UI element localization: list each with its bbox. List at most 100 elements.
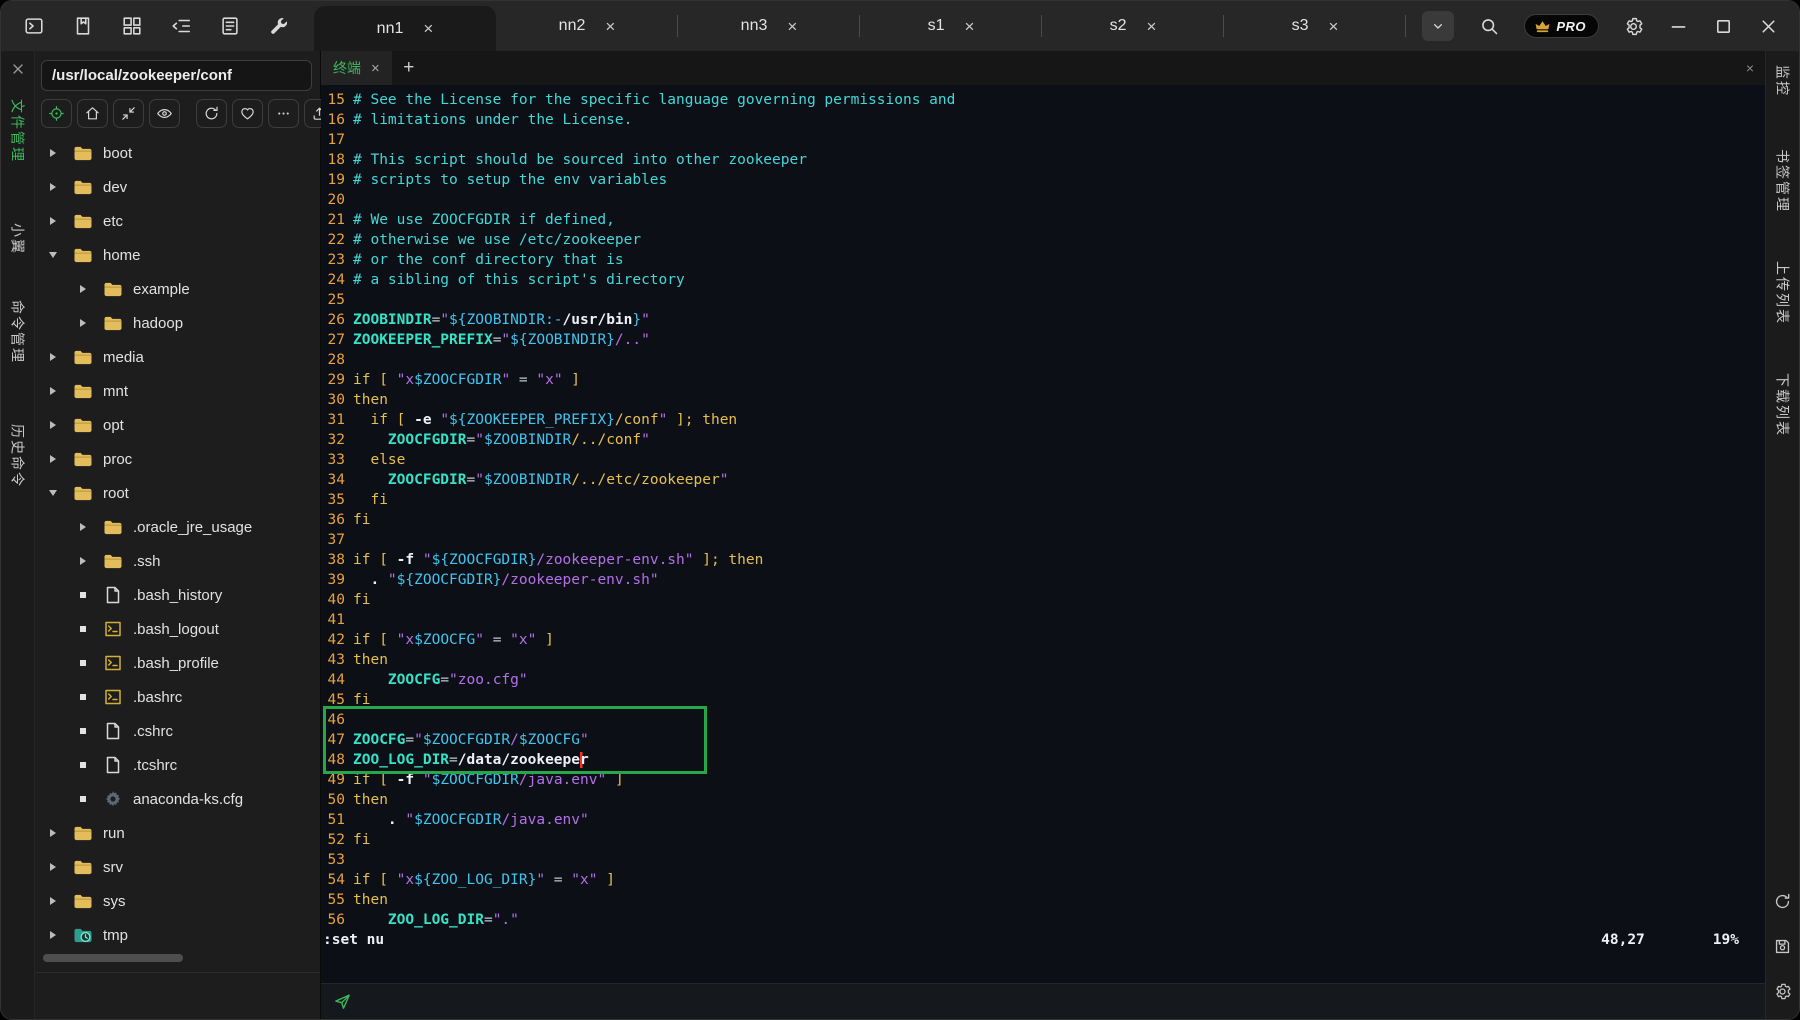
wrench-icon[interactable]	[268, 15, 290, 37]
tree-collapsed-arrow-icon[interactable]	[75, 523, 91, 531]
tree-item-boot[interactable]: boot	[35, 136, 320, 170]
tree-arrow-none	[75, 626, 91, 632]
tree-collapsed-arrow-icon[interactable]	[75, 557, 91, 565]
tree-collapsed-arrow-icon[interactable]	[45, 421, 61, 429]
tree-collapsed-arrow-icon[interactable]	[45, 183, 61, 191]
strip-item-1[interactable]: 文件管理	[8, 99, 28, 163]
maximize-button[interactable]	[1713, 16, 1734, 37]
tree-item-tmp[interactable]: tmp	[35, 918, 320, 952]
tree-item-root[interactable]: root	[35, 476, 320, 510]
settings-gear-icon[interactable]	[1623, 16, 1644, 37]
heart-icon[interactable]	[232, 99, 263, 128]
session-tab-s2[interactable]: s2×	[1042, 1, 1224, 51]
tab-close-icon[interactable]: ×	[964, 18, 974, 35]
terminal-screen[interactable]: 15# See the License for the specific lan…	[321, 85, 1765, 983]
tree-item-proc[interactable]: proc	[35, 442, 320, 476]
tree-item-example[interactable]: example	[35, 272, 320, 306]
tree-item-dev[interactable]: dev	[35, 170, 320, 204]
tree-item-label: hadoop	[133, 315, 183, 332]
tree-item-opt[interactable]: opt	[35, 408, 320, 442]
tree-item-.ssh[interactable]: .ssh	[35, 544, 320, 578]
collapse-icon[interactable]	[113, 99, 144, 128]
tree-item-media[interactable]: media	[35, 340, 320, 374]
tree-item-.tcshrc[interactable]: .tcshrc	[35, 748, 320, 782]
search-button[interactable]	[1479, 16, 1500, 37]
tree-item-hadoop[interactable]: hadoop	[35, 306, 320, 340]
tree-item-.bash_logout[interactable]: .bash_logout	[35, 612, 320, 646]
script-icon	[103, 619, 123, 639]
session-tab-s1[interactable]: s1×	[860, 1, 1042, 51]
session-tab-nn2[interactable]: nn2×	[496, 1, 678, 51]
strip-item-2[interactable]: 书签管理	[1773, 149, 1793, 213]
tab-close-icon[interactable]: ×	[1146, 18, 1156, 35]
tab-list-dropdown-button[interactable]	[1422, 11, 1454, 41]
tree-item-home[interactable]: home	[35, 238, 320, 272]
tree-item-mnt[interactable]: mnt	[35, 374, 320, 408]
tree-item-.bash_profile[interactable]: .bash_profile	[35, 646, 320, 680]
terminal-window-icon[interactable]	[23, 15, 45, 37]
tree-collapsed-arrow-icon[interactable]	[45, 353, 61, 361]
strip-item-3[interactable]: 上传列表	[1773, 261, 1793, 325]
tree-item-sys[interactable]: sys	[35, 884, 320, 918]
terminal-tab-close-icon[interactable]: ×	[371, 60, 380, 77]
tree-item-anaconda-ks.cfg[interactable]: anaconda-ks.cfg	[35, 782, 320, 816]
tree-collapsed-arrow-icon[interactable]	[45, 897, 61, 905]
strip-item-2[interactable]: 小翼	[8, 223, 28, 255]
tree-collapsed-arrow-icon[interactable]	[45, 217, 61, 225]
tree-item-.bashrc[interactable]: .bashrc	[35, 680, 320, 714]
tree-item-label: etc	[103, 213, 123, 230]
tree-collapsed-arrow-icon[interactable]	[45, 931, 61, 939]
home-icon[interactable]	[77, 99, 108, 128]
refresh-icon[interactable]	[196, 99, 227, 128]
terminal-panel-close-icon[interactable]: ×	[1735, 51, 1765, 85]
tab-close-icon[interactable]: ×	[605, 18, 615, 35]
refresh-icon[interactable]	[1773, 892, 1792, 911]
save-icon[interactable]	[1773, 937, 1792, 956]
tree-collapsed-arrow-icon[interactable]	[45, 863, 61, 871]
scrollbar-thumb[interactable]	[43, 954, 183, 962]
send-icon[interactable]	[333, 992, 352, 1011]
path-input[interactable]	[41, 60, 312, 91]
tree-collapsed-arrow-icon[interactable]	[75, 285, 91, 293]
minimize-button[interactable]	[1668, 16, 1689, 37]
tree-collapsed-arrow-icon[interactable]	[45, 149, 61, 157]
session-tab-nn1[interactable]: nn1×	[314, 6, 496, 51]
tree-collapsed-arrow-icon[interactable]	[45, 455, 61, 463]
file-page-icon[interactable]	[72, 15, 94, 37]
tree-item-run[interactable]: run	[35, 816, 320, 850]
close-window-button[interactable]	[1758, 16, 1779, 37]
tree-collapsed-arrow-icon[interactable]	[45, 829, 61, 837]
tree-item-.oracle_jre_usage[interactable]: .oracle_jre_usage	[35, 510, 320, 544]
layout-grid-icon[interactable]	[121, 15, 143, 37]
more-icon[interactable]	[268, 99, 299, 128]
panel-close-icon[interactable]	[10, 61, 26, 77]
session-tab-nn3[interactable]: nn3×	[678, 1, 860, 51]
line-number: 36	[323, 510, 345, 530]
branch-arrow-icon[interactable]	[170, 15, 192, 37]
session-tab-s3[interactable]: s3×	[1224, 1, 1406, 51]
tree-item-etc[interactable]: etc	[35, 204, 320, 238]
tree-item-label: opt	[103, 417, 124, 434]
locate-icon[interactable]	[41, 99, 72, 128]
strip-item-4[interactable]: 历史命令	[8, 424, 28, 488]
tree-expanded-arrow-icon[interactable]	[45, 490, 61, 496]
tab-close-icon[interactable]: ×	[1328, 18, 1338, 35]
tree-item-.bash_history[interactable]: .bash_history	[35, 578, 320, 612]
gear-icon[interactable]	[1773, 982, 1792, 1001]
tab-close-icon[interactable]: ×	[423, 20, 433, 37]
tree-item-.cshrc[interactable]: .cshrc	[35, 714, 320, 748]
strip-item-4[interactable]: 下载列表	[1773, 373, 1793, 437]
tab-close-icon[interactable]: ×	[787, 18, 797, 35]
tree-item-srv[interactable]: srv	[35, 850, 320, 884]
line-number: 29	[323, 370, 345, 390]
server-list-icon[interactable]	[219, 15, 241, 37]
terminal-tab[interactable]: 终端 ×	[321, 51, 392, 85]
tree-expanded-arrow-icon[interactable]	[45, 252, 61, 258]
strip-item-1[interactable]: 监控	[1773, 65, 1793, 97]
tree-collapsed-arrow-icon[interactable]	[75, 319, 91, 327]
new-terminal-button[interactable]: +	[392, 51, 426, 85]
tree-collapsed-arrow-icon[interactable]	[45, 387, 61, 395]
pro-badge[interactable]: PRO	[1524, 14, 1599, 38]
eye-icon[interactable]	[149, 99, 180, 128]
strip-item-3[interactable]: 命令管理	[8, 300, 28, 364]
